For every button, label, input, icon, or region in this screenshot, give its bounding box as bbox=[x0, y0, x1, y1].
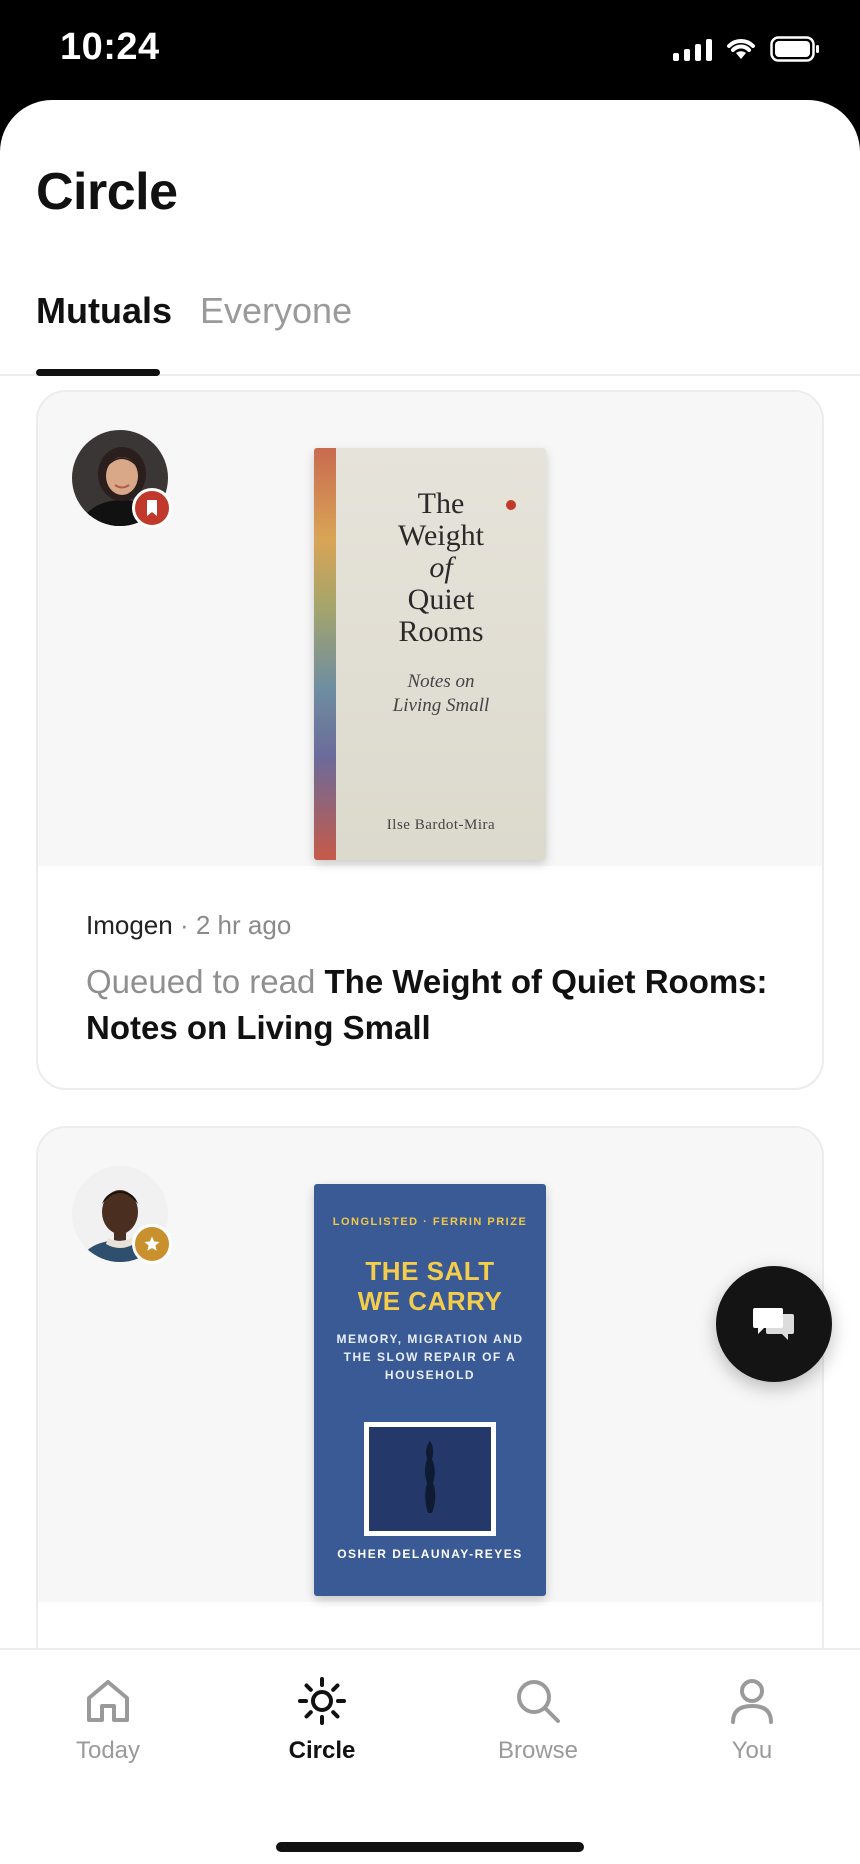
bookmark-badge bbox=[132, 488, 172, 528]
page-title: Circle bbox=[36, 163, 178, 221]
tab-mutuals[interactable]: Mutuals bbox=[36, 290, 172, 332]
cover-title: THE SALT WE CARRY bbox=[357, 1256, 503, 1316]
cover-author: OSHER DELAUNAY-REYES bbox=[337, 1547, 523, 1561]
status-icons bbox=[673, 36, 820, 62]
tabbar-label: Circle bbox=[288, 1737, 356, 1764]
tabbar-circle[interactable]: Circle bbox=[242, 1676, 402, 1765]
tabbar-label: Browse bbox=[497, 1737, 579, 1764]
card-body: Imogen · 2 hr ago Queued to read The Wei… bbox=[86, 910, 774, 1051]
cover-subtitle: Notes on Living Small bbox=[392, 671, 490, 716]
person-icon bbox=[731, 1679, 773, 1724]
main-sheet: Circle Mutuals Everyone The Weight of Qu… bbox=[0, 100, 860, 1864]
feed-card[interactable]: The Weight of Quiet Rooms Notes on Livin… bbox=[36, 390, 824, 1090]
home-indicator bbox=[276, 1842, 584, 1852]
cover-title: The Weight of Quiet Rooms bbox=[398, 487, 484, 648]
book-cover[interactable]: The Weight of Quiet Rooms Notes on Livin… bbox=[314, 448, 546, 860]
cover-award-label: LONGLISTED · FERRIN PRIZE bbox=[332, 1216, 528, 1228]
tabbar-label: Today bbox=[75, 1737, 141, 1764]
status-time: 10:24 bbox=[60, 26, 160, 68]
cellular-signal-icon bbox=[673, 37, 712, 61]
status-bar: 10:24 bbox=[0, 0, 860, 100]
star-icon bbox=[144, 1236, 160, 1251]
card-media: The Weight of Quiet Rooms Notes on Livin… bbox=[38, 392, 822, 866]
feed[interactable]: The Weight of Quiet Rooms Notes on Livin… bbox=[0, 390, 860, 1748]
sun-icon bbox=[298, 1677, 346, 1725]
activity-text: Queued to read The Weight of Quiet Rooms… bbox=[86, 959, 774, 1051]
timestamp: 2 hr ago bbox=[195, 910, 292, 940]
figure-silhouette bbox=[369, 1427, 491, 1531]
tabbar-browse[interactable]: Browse bbox=[458, 1676, 618, 1765]
star-badge bbox=[132, 1224, 172, 1264]
book-cover[interactable]: LONGLISTED · FERRIN PRIZE THE SALT WE CA… bbox=[314, 1184, 546, 1596]
cover-subtitle: MEMORY, MIGRATION AND THE SLOW REPAIR OF… bbox=[336, 1332, 524, 1382]
cover-illustration bbox=[364, 1422, 496, 1536]
wifi-icon bbox=[727, 39, 755, 59]
username[interactable]: Imogen bbox=[86, 910, 173, 940]
activity-verb: Queued to read bbox=[86, 963, 316, 1000]
tab-everyone[interactable]: Everyone bbox=[200, 290, 352, 332]
cover-author: Ilse Bardot-Mira bbox=[386, 817, 496, 833]
tabbar-today[interactable]: Today bbox=[28, 1676, 188, 1765]
bookmark-icon bbox=[147, 500, 157, 516]
home-icon bbox=[87, 1680, 129, 1722]
tab-bar-top: Mutuals Everyone bbox=[0, 280, 860, 376]
meta-separator: · bbox=[179, 910, 189, 940]
chat-bubbles-icon bbox=[753, 1308, 794, 1340]
card-media: LONGLISTED · FERRIN PRIZE THE SALT WE CA… bbox=[38, 1128, 822, 1602]
book-spine bbox=[314, 448, 336, 860]
bottom-tab-bar: Today Circle Browse You bbox=[0, 1648, 860, 1864]
search-icon bbox=[517, 1680, 560, 1723]
tabbar-label: You bbox=[731, 1737, 773, 1764]
battery-icon bbox=[770, 36, 819, 62]
messages-button[interactable] bbox=[716, 1266, 832, 1382]
active-tab-indicator bbox=[36, 369, 160, 376]
post-meta: Imogen · 2 hr ago bbox=[86, 910, 774, 941]
tabbar-you[interactable]: You bbox=[672, 1676, 832, 1765]
